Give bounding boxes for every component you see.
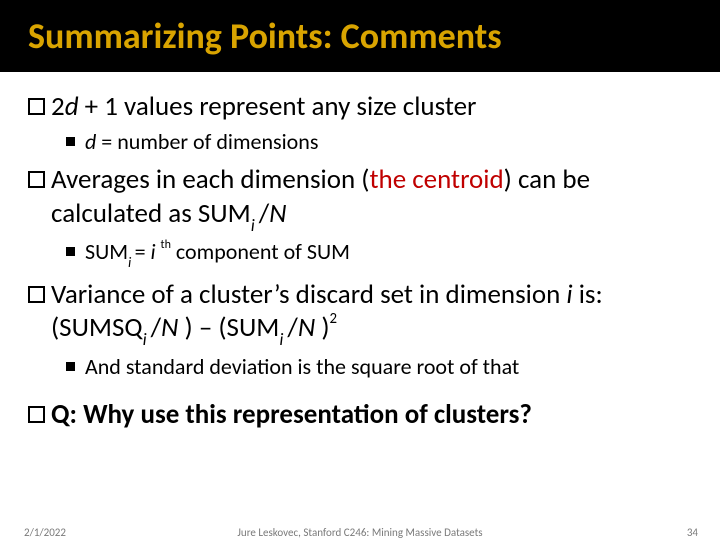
- bullet-2-sub-text: SUMi = i th component of SUM: [85, 238, 692, 269]
- slide-body: 2d + 1 values represent any size cluster…: [0, 72, 720, 432]
- t: ) – (SUM: [185, 311, 280, 344]
- t: i: [128, 253, 135, 271]
- t: d: [85, 128, 96, 155]
- bullet-3: Variance of a cluster’s discard set in d…: [28, 278, 692, 349]
- t: N: [161, 311, 185, 344]
- title-bar: Summarizing Points: Comments: [0, 0, 720, 72]
- box-bullet-icon: [28, 286, 45, 303]
- bullet-3-text: Variance of a cluster’s discard set in d…: [51, 278, 692, 349]
- bullet-4-text: Q: Why use this representation of cluste…: [51, 398, 692, 432]
- square-bullet-icon: [66, 362, 75, 371]
- t: = number of dimensions: [96, 128, 318, 155]
- bullet-1-text: 2d + 1 values represent any size cluster: [51, 90, 692, 124]
- t: the centroid: [369, 163, 503, 196]
- bullet-3-sub-text: And standard deviation is the square roo…: [85, 353, 692, 381]
- square-bullet-icon: [66, 137, 75, 146]
- t: N: [298, 311, 322, 344]
- t: component of SUM: [171, 238, 350, 265]
- t: i: [143, 328, 151, 350]
- bullet-4: Q: Why use this representation of cluste…: [28, 398, 692, 432]
- t: + 1 values represent any size cluster: [79, 90, 477, 123]
- t: i: [279, 328, 287, 350]
- t: N: [269, 197, 286, 230]
- bullet-2: Averages in each dimension (the centroid…: [28, 163, 692, 234]
- bullet-3-sub: And standard deviation is the square roo…: [28, 353, 692, 381]
- bullet-2-text: Averages in each dimension (the centroid…: [51, 163, 692, 234]
- t: d: [65, 90, 79, 123]
- footer-page-number: 34: [687, 526, 698, 539]
- square-bullet-icon: [66, 247, 75, 256]
- slide-title: Summarizing Points: Comments: [28, 14, 502, 58]
- t: Variance of a cluster’s discard set in d…: [51, 278, 566, 311]
- t: Averages in each dimension (: [51, 163, 369, 196]
- bullet-2-sub: SUMi = i th component of SUM: [28, 238, 692, 269]
- bullet-1: 2d + 1 values represent any size cluster: [28, 90, 692, 124]
- bullet-1-sub: d = number of dimensions: [28, 128, 692, 156]
- box-bullet-icon: [28, 98, 45, 115]
- t: Q:: [51, 398, 77, 431]
- t: i: [251, 214, 259, 236]
- t: 2: [330, 309, 338, 327]
- t: 2: [51, 90, 65, 123]
- t: =: [135, 238, 151, 265]
- t: /: [259, 197, 269, 230]
- t: SUM: [85, 238, 128, 265]
- box-bullet-icon: [28, 406, 45, 423]
- t: /: [287, 311, 297, 344]
- bullet-1-sub-text: d = number of dimensions: [85, 128, 692, 156]
- footer-attribution: Jure Leskovec, Stanford C246: Mining Mas…: [0, 526, 720, 539]
- t: th: [161, 237, 171, 252]
- box-bullet-icon: [28, 171, 45, 188]
- t: i: [151, 238, 161, 265]
- t: /: [151, 311, 161, 344]
- t: Why use this representation of clusters?: [77, 398, 532, 431]
- t: ): [321, 311, 329, 344]
